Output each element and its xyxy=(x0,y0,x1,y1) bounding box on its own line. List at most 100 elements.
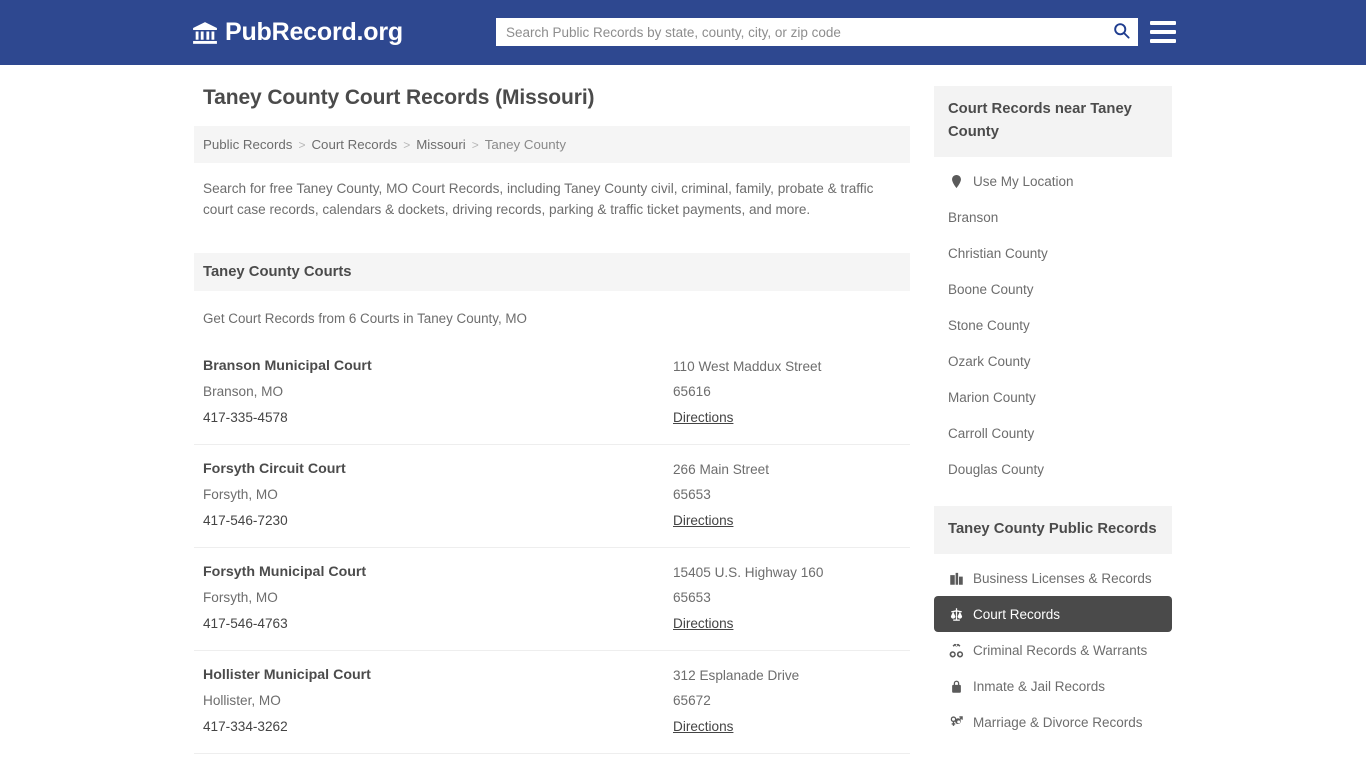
main-column: Taney County Court Records (Missouri) Pu… xyxy=(194,86,910,768)
court-phone: 417-546-7230 xyxy=(203,508,673,534)
sidebar-item-label: Marriage & Divorce Records xyxy=(973,715,1143,730)
breadcrumb-item[interactable]: Public Records xyxy=(203,137,292,152)
sidebar-item-label: Christian County xyxy=(948,246,1048,261)
sidebar-item-business-licenses-records[interactable]: Business Licenses & Records xyxy=(934,560,1172,596)
hamburger-menu-icon[interactable] xyxy=(1150,21,1176,43)
sidebar-item-use-my-location[interactable]: Use My Location xyxy=(934,163,1172,199)
public-records-card: Taney County Public Records Business Lic… xyxy=(934,506,1172,740)
search-input[interactable] xyxy=(496,18,1104,46)
directions-link[interactable]: Directions xyxy=(673,405,733,431)
breadcrumb-item[interactable]: Court Records xyxy=(311,137,397,152)
courts-section-subtitle: Get Court Records from 6 Courts in Taney… xyxy=(194,291,910,326)
court-phone: 417-335-4578 xyxy=(203,405,673,431)
breadcrumb-separator: > xyxy=(298,138,305,152)
court-info-right: 312 Esplanade Drive65672Directions xyxy=(673,663,901,740)
court-name[interactable]: Branson Municipal Court xyxy=(203,354,673,379)
nearby-records-card: Court Records near Taney County Use My L… xyxy=(934,86,1172,487)
site-logo-text: PubRecord.org xyxy=(225,18,403,47)
court-zip-code: 65653 xyxy=(673,482,901,508)
public-records-title: Taney County Public Records xyxy=(934,506,1172,554)
sidebar-item-christian-county[interactable]: Christian County xyxy=(934,235,1172,271)
sidebar-item-label: Court Records xyxy=(973,607,1060,622)
bank-courthouse-icon xyxy=(192,20,218,46)
court-city: Hollister, MO xyxy=(203,688,673,714)
sidebar: Court Records near Taney County Use My L… xyxy=(934,86,1172,740)
breadcrumb: Public Records > Court Records > Missouri > Ta… xyxy=(194,126,910,163)
nearby-records-list: Use My Location Branson Christian County Bo… xyxy=(934,157,1172,487)
nearby-records-title: Court Records near Taney County xyxy=(934,86,1172,157)
court-info-right: 266 Main Street65653Directions xyxy=(673,457,901,534)
breadcrumb-separator: > xyxy=(403,138,410,152)
map-pin-icon xyxy=(948,173,964,189)
directions-link[interactable]: Directions xyxy=(673,714,733,740)
directions-link[interactable]: Directions xyxy=(673,611,733,637)
hamburger-bar xyxy=(1150,21,1176,25)
court-phone: 417-546-4763 xyxy=(203,611,673,637)
court-row: Forsyth Municipal CourtForsyth, MO417-54… xyxy=(194,548,910,651)
breadcrumb-item[interactable]: Missouri xyxy=(416,137,466,152)
directions-link[interactable]: Directions xyxy=(673,508,733,534)
court-info-right: 15405 U.S. Highway 16065653Directions xyxy=(673,560,901,637)
content-container: Taney County Court Records (Missouri) Pu… xyxy=(194,86,1172,768)
court-name[interactable]: Forsyth Circuit Court xyxy=(203,457,673,482)
sidebar-item-inmate-jail-records[interactable]: Inmate & Jail Records xyxy=(934,668,1172,704)
scales-of-justice-icon xyxy=(948,606,964,622)
sidebar-item-label: Use My Location xyxy=(973,174,1074,189)
sidebar-item-label: Marion County xyxy=(948,390,1036,405)
court-street-address: 266 Main Street xyxy=(673,457,901,482)
sidebar-item-criminal-records-warrants[interactable]: Criminal Records & Warrants xyxy=(934,632,1172,668)
sidebar-item-label: Branson xyxy=(948,210,998,225)
sidebar-item-court-records[interactable]: Court Records xyxy=(934,596,1172,632)
breadcrumb-item: Taney County xyxy=(485,137,566,152)
court-city: Forsyth, MO xyxy=(203,482,673,508)
site-logo[interactable]: PubRecord.org xyxy=(192,18,403,47)
hamburger-bar xyxy=(1150,30,1176,34)
sidebar-item-label: Criminal Records & Warrants xyxy=(973,643,1147,658)
court-name[interactable]: Hollister Municipal Court xyxy=(203,663,673,688)
sidebar-item-carroll-county[interactable]: Carroll County xyxy=(934,415,1172,451)
court-street-address: 15405 U.S. Highway 160 xyxy=(673,560,901,585)
sidebar-item-label: Boone County xyxy=(948,282,1034,297)
court-street-address: 110 West Maddux Street xyxy=(673,354,901,379)
breadcrumb-separator: > xyxy=(472,138,479,152)
court-city: Forsyth, MO xyxy=(203,585,673,611)
sidebar-item-label: Carroll County xyxy=(948,426,1034,441)
sidebar-item-branson[interactable]: Branson xyxy=(934,199,1172,235)
search-button[interactable] xyxy=(1104,18,1138,46)
sidebar-item-marion-county[interactable]: Marion County xyxy=(934,379,1172,415)
sidebar-item-marriage-divorce-records[interactable]: Marriage & Divorce Records xyxy=(934,704,1172,740)
sidebar-item-ozark-county[interactable]: Ozark County xyxy=(934,343,1172,379)
sidebar-item-label: Inmate & Jail Records xyxy=(973,679,1105,694)
page-title: Taney County Court Records (Missouri) xyxy=(194,86,910,110)
public-records-list: Business Licenses & Records Court Records… xyxy=(934,554,1172,740)
hamburger-bar xyxy=(1150,39,1176,43)
court-info-right: 110 West Maddux Street65616Directions xyxy=(673,354,901,431)
court-row: Forsyth Circuit CourtForsyth, MO417-546-… xyxy=(194,445,910,548)
courts-section-header: Taney County Courts xyxy=(194,253,910,291)
sidebar-item-label: Stone County xyxy=(948,318,1030,333)
sidebar-item-stone-county[interactable]: Stone County xyxy=(934,307,1172,343)
sidebar-item-label: Business Licenses & Records xyxy=(973,571,1152,586)
lock-icon xyxy=(948,678,964,694)
sidebar-item-douglas-county[interactable]: Douglas County xyxy=(934,451,1172,487)
court-row: Merriam Woods Municipal CourtRockaway Be… xyxy=(194,754,910,768)
court-city: Branson, MO xyxy=(203,379,673,405)
court-phone: 417-334-3262 xyxy=(203,714,673,740)
handcuffs-icon xyxy=(948,642,964,658)
court-list: Branson Municipal CourtBranson, MO417-33… xyxy=(194,342,910,768)
court-street-address: 312 Esplanade Drive xyxy=(673,663,901,688)
search-icon xyxy=(1112,21,1131,43)
page-description: Search for free Taney County, MO Court R… xyxy=(194,163,904,220)
court-name[interactable]: Forsyth Municipal Court xyxy=(203,560,673,585)
court-zip-code: 65672 xyxy=(673,688,901,714)
court-info-left: Hollister Municipal CourtHollister, MO41… xyxy=(203,663,673,740)
page-body: Taney County Court Records (Missouri) Pu… xyxy=(0,65,1366,768)
court-zip-code: 65653 xyxy=(673,585,901,611)
court-row: Branson Municipal CourtBranson, MO417-33… xyxy=(194,342,910,445)
building-icon xyxy=(948,570,964,586)
site-header: PubRecord.org xyxy=(0,0,1366,65)
sidebar-item-boone-county[interactable]: Boone County xyxy=(934,271,1172,307)
court-zip-code: 65616 xyxy=(673,379,901,405)
court-info-left: Forsyth Circuit CourtForsyth, MO417-546-… xyxy=(203,457,673,534)
court-row: Hollister Municipal CourtHollister, MO41… xyxy=(194,651,910,754)
